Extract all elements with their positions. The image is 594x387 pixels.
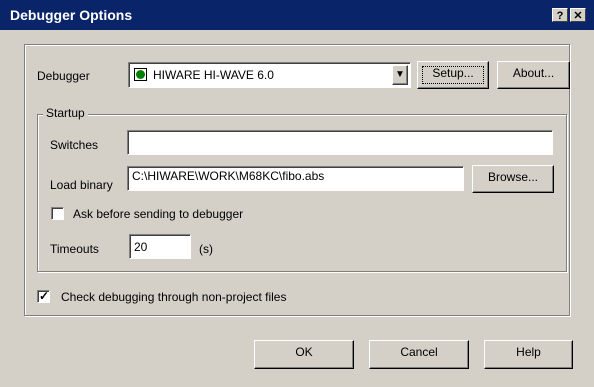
check-nonproject-checkbox[interactable]: ✓ (37, 289, 50, 303)
startup-legend: Startup (43, 106, 88, 120)
check-nonproject-label: Check debugging through non-project file… (61, 290, 287, 304)
chevron-down-icon[interactable]: ▼ (392, 65, 408, 85)
timeouts-unit: (s) (199, 242, 213, 256)
browse-button-label: Browse... (487, 170, 538, 184)
close-icon[interactable]: ✕ (570, 8, 586, 22)
load-binary-input[interactable]: C:\HIWARE\WORK\M68KC\fibo.abs (127, 166, 464, 191)
debugger-status-icon (134, 68, 147, 81)
ok-button[interactable]: OK (254, 340, 354, 369)
check-mark-icon: ✓ (39, 289, 50, 303)
switches-label: Switches (50, 138, 99, 152)
setup-button-label: Setup... (432, 66, 474, 80)
ok-button-label: OK (295, 345, 313, 359)
title-bar: Debugger Options ? ✕ (0, 0, 594, 30)
about-button-label: About... (512, 66, 555, 80)
load-binary-label: Load binary (50, 178, 113, 192)
switches-input[interactable] (127, 130, 553, 155)
cancel-button-label: Cancel (400, 345, 438, 359)
ask-before-sending-checkbox[interactable] (51, 207, 64, 220)
timeouts-label: Timeouts (50, 242, 99, 256)
debugger-label: Debugger (37, 69, 90, 83)
setup-button[interactable]: Setup... (417, 61, 489, 89)
debugger-selected-value: HIWARE HI-WAVE 6.0 (153, 68, 274, 82)
help-icon[interactable]: ? (552, 8, 568, 22)
debugger-select[interactable]: HIWARE HI-WAVE 6.0 ▼ (128, 62, 411, 88)
window-title: Debugger Options (10, 7, 133, 23)
browse-button[interactable]: Browse... (472, 165, 554, 193)
help-button-label: Help (516, 345, 541, 359)
cancel-button[interactable]: Cancel (369, 340, 469, 369)
help-button[interactable]: Help (484, 340, 573, 369)
timeouts-input[interactable] (129, 234, 191, 259)
ask-before-sending-label: Ask before sending to debugger (73, 207, 244, 221)
about-button[interactable]: About... (497, 61, 570, 89)
